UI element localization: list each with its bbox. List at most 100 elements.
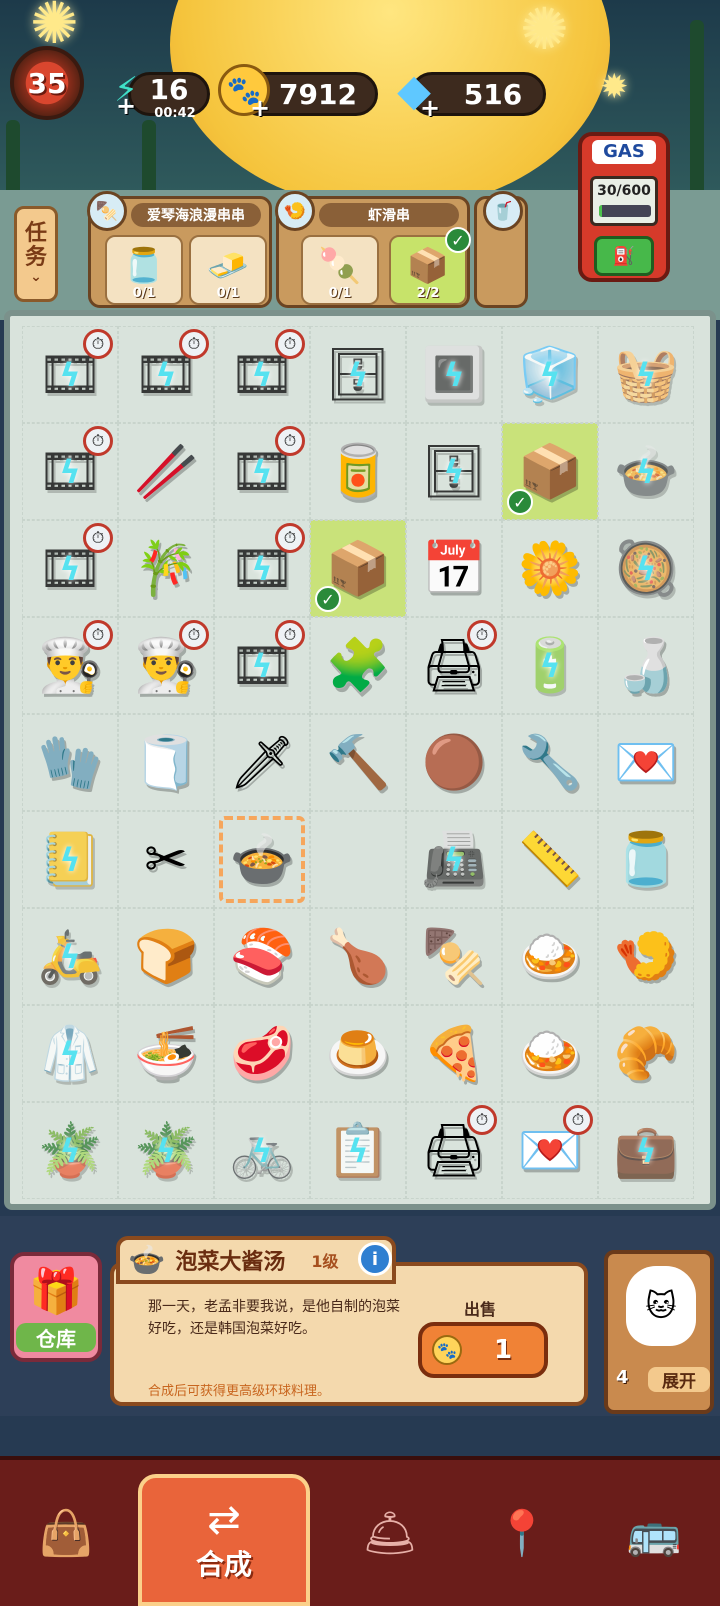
board-cell[interactable]: 🎞 ϟ ⏱ — [214, 326, 310, 423]
gem-value: 516 — [463, 77, 523, 111]
board-cell[interactable]: 🗡 — [214, 714, 310, 811]
board-cell[interactable]: 🌼 — [502, 520, 598, 617]
board-cell[interactable]: 💌 — [598, 714, 694, 811]
board-cell[interactable]: 🎞 ϟ ⏱ — [22, 423, 118, 520]
gas-pump[interactable]: GAS 30/600 ⛽ — [578, 132, 670, 282]
paw-coin-icon: 🐾 — [432, 1335, 462, 1365]
sell-label: 出售 — [464, 1300, 497, 1319]
order-requirement[interactable]: 🍡 0/1 — [301, 235, 379, 305]
board-cell[interactable]: 📠 ϟ — [406, 811, 502, 908]
board-cell[interactable]: 🥫 — [310, 423, 406, 520]
order-card-partial[interactable]: 🥤 — [474, 191, 528, 308]
board-cell[interactable]: 🍗 — [310, 908, 406, 1005]
board-cell[interactable]: 🥼 ϟ — [22, 1005, 118, 1102]
level-badge[interactable]: 35 — [10, 46, 84, 120]
task-tab[interactable]: 任 务 ⌄ — [14, 206, 58, 302]
board-cell[interactable]: 📋 ϟ — [310, 1102, 406, 1199]
board-cell[interactable]: 🫙 — [598, 811, 694, 908]
board-cell[interactable]: 🟤 — [406, 714, 502, 811]
board-cell[interactable]: 🥐 — [598, 1005, 694, 1102]
board-cell[interactable]: 🖨 ⏱ — [406, 617, 502, 714]
board-cell[interactable]: 🍛 — [502, 908, 598, 1005]
expand-button[interactable]: 展开 — [648, 1367, 710, 1392]
board-cell[interactable]: 🍞 — [118, 908, 214, 1005]
order-requirement[interactable]: 🫙 0/1 — [105, 235, 183, 305]
board-cell[interactable]: 🥢 — [118, 423, 214, 520]
bottom-nav: 👜 🛎 📍 🚌 — [0, 1456, 720, 1606]
toast-icon: 🍞 — [133, 926, 199, 987]
board-cell[interactable]: 🥘 ϟ — [598, 520, 694, 617]
nav-merge[interactable]: ⇄ 合成 — [138, 1474, 310, 1606]
board-cell[interactable]: 👨‍🍳 ⏱ — [22, 617, 118, 714]
nav-restaurant[interactable]: 🛎 — [335, 1478, 445, 1588]
stopwatch-icon: ⏱ — [83, 523, 113, 553]
board-cell[interactable]: 🍶 — [598, 617, 694, 714]
board-cell[interactable]: 🎞 ϟ ⏱ — [118, 326, 214, 423]
map-pin-icon: 📍 — [494, 1508, 550, 1559]
board-cell[interactable]: ✂ — [118, 811, 214, 908]
board-cell[interactable]: 📏 — [502, 811, 598, 908]
board-cell[interactable]: 🪴 ϟ — [118, 1102, 214, 1199]
board-cell[interactable]: 🖨 ⏱ — [406, 1102, 502, 1199]
task-tab-label: 务 — [24, 245, 47, 271]
add-gems-button[interactable]: + — [420, 94, 440, 122]
task-tab-label: 任 — [24, 221, 47, 247]
stopwatch-icon: ⏱ — [275, 426, 305, 456]
board-cell[interactable]: 🎞 ϟ ⏱ — [214, 617, 310, 714]
board-cell[interactable]: 🚲 ϟ — [214, 1102, 310, 1199]
board-cell[interactable]: 📒 ϟ — [22, 811, 118, 908]
board-cell[interactable]: 🍲 — [214, 811, 310, 908]
board-cell[interactable]: 🍜 — [118, 1005, 214, 1102]
stopwatch-icon: ⏱ — [275, 523, 305, 553]
nav-shop-bag[interactable]: 👜 — [11, 1478, 121, 1588]
order-card[interactable]: 🍤 虾滑串 🍡 0/1 📦 2/2 ✓ — [275, 191, 471, 308]
board-cell[interactable]: 🔨 — [310, 714, 406, 811]
board-cell[interactable]: 🍣 — [214, 908, 310, 1005]
info-icon[interactable]: i — [358, 1242, 392, 1276]
board-cell[interactable]: 📦 ✓ — [502, 423, 598, 520]
board-cell[interactable]: 🍢 — [406, 908, 502, 1005]
expand-panel[interactable]: 🐱 4 展开 — [604, 1250, 714, 1414]
board-cell[interactable]: 🧤 — [22, 714, 118, 811]
board-cell[interactable]: 🔋 ϟ — [502, 617, 598, 714]
board-cell[interactable]: 🔳 ϟ — [406, 326, 502, 423]
board-cell[interactable]: 📅 — [406, 520, 502, 617]
expand-count: 4 — [616, 1367, 629, 1388]
board-cell[interactable]: 🍤 — [598, 908, 694, 1005]
board-cell[interactable]: 🍕 — [406, 1005, 502, 1102]
board-cell[interactable]: 🎞 ϟ ⏱ — [22, 520, 118, 617]
board-cell[interactable]: 🍲 ϟ — [598, 423, 694, 520]
board-cell[interactable]: 🍛 — [502, 1005, 598, 1102]
gas-refill-button[interactable]: ⛽ — [594, 236, 654, 276]
board-cell[interactable]: 🎞 ϟ ⏱ — [22, 326, 118, 423]
board-cell[interactable]: 📦 ✓ — [310, 520, 406, 617]
order-card[interactable]: 🍢 爱琴海浪漫串串 🫙 0/1 🧈 0/1 — [87, 191, 272, 308]
board-cell[interactable]: 🧺 ϟ — [598, 326, 694, 423]
sell-button[interactable]: 🐾 1 — [418, 1322, 548, 1378]
board-cell[interactable]: 🧩 — [310, 617, 406, 714]
nav-bus[interactable]: 🚌 — [599, 1478, 709, 1588]
board-cell[interactable]: 🛵 ϟ — [22, 908, 118, 1005]
board-cell[interactable]: 🎋 — [118, 520, 214, 617]
board-cell[interactable]: 🎞 ϟ ⏱ — [214, 423, 310, 520]
nav-map[interactable]: 📍 — [467, 1478, 577, 1588]
board-cell[interactable]: 🗄 ϟ — [406, 423, 502, 520]
board-cell[interactable]: 💌 ⏱ — [502, 1102, 598, 1199]
board-cell[interactable]: 🥩 — [214, 1005, 310, 1102]
board-cell[interactable]: 🪴 ϟ — [22, 1102, 118, 1199]
add-coins-button[interactable]: + — [250, 94, 270, 122]
stopwatch-icon: ⏱ — [179, 620, 209, 650]
board-cell[interactable]: 💼 ϟ — [598, 1102, 694, 1199]
add-energy-button[interactable]: + — [116, 92, 136, 120]
bus-icon: 🚌 — [626, 1508, 682, 1559]
board-cell[interactable] — [310, 811, 406, 908]
order-requirement[interactable]: 🧈 0/1 — [189, 235, 267, 305]
board-cell[interactable]: 🧻 — [118, 714, 214, 811]
board-cell[interactable]: 🔧 — [502, 714, 598, 811]
board-cell[interactable]: 🧊 ϟ — [502, 326, 598, 423]
board-cell[interactable]: 🗄 ϟ — [310, 326, 406, 423]
board-cell[interactable]: 🎞 ϟ ⏱ — [214, 520, 310, 617]
board-cell[interactable]: 🍮 — [310, 1005, 406, 1102]
board-cell[interactable]: 👨‍🍳 ⏱ — [118, 617, 214, 714]
warehouse-button[interactable]: 🎁 仓库 — [10, 1252, 102, 1362]
